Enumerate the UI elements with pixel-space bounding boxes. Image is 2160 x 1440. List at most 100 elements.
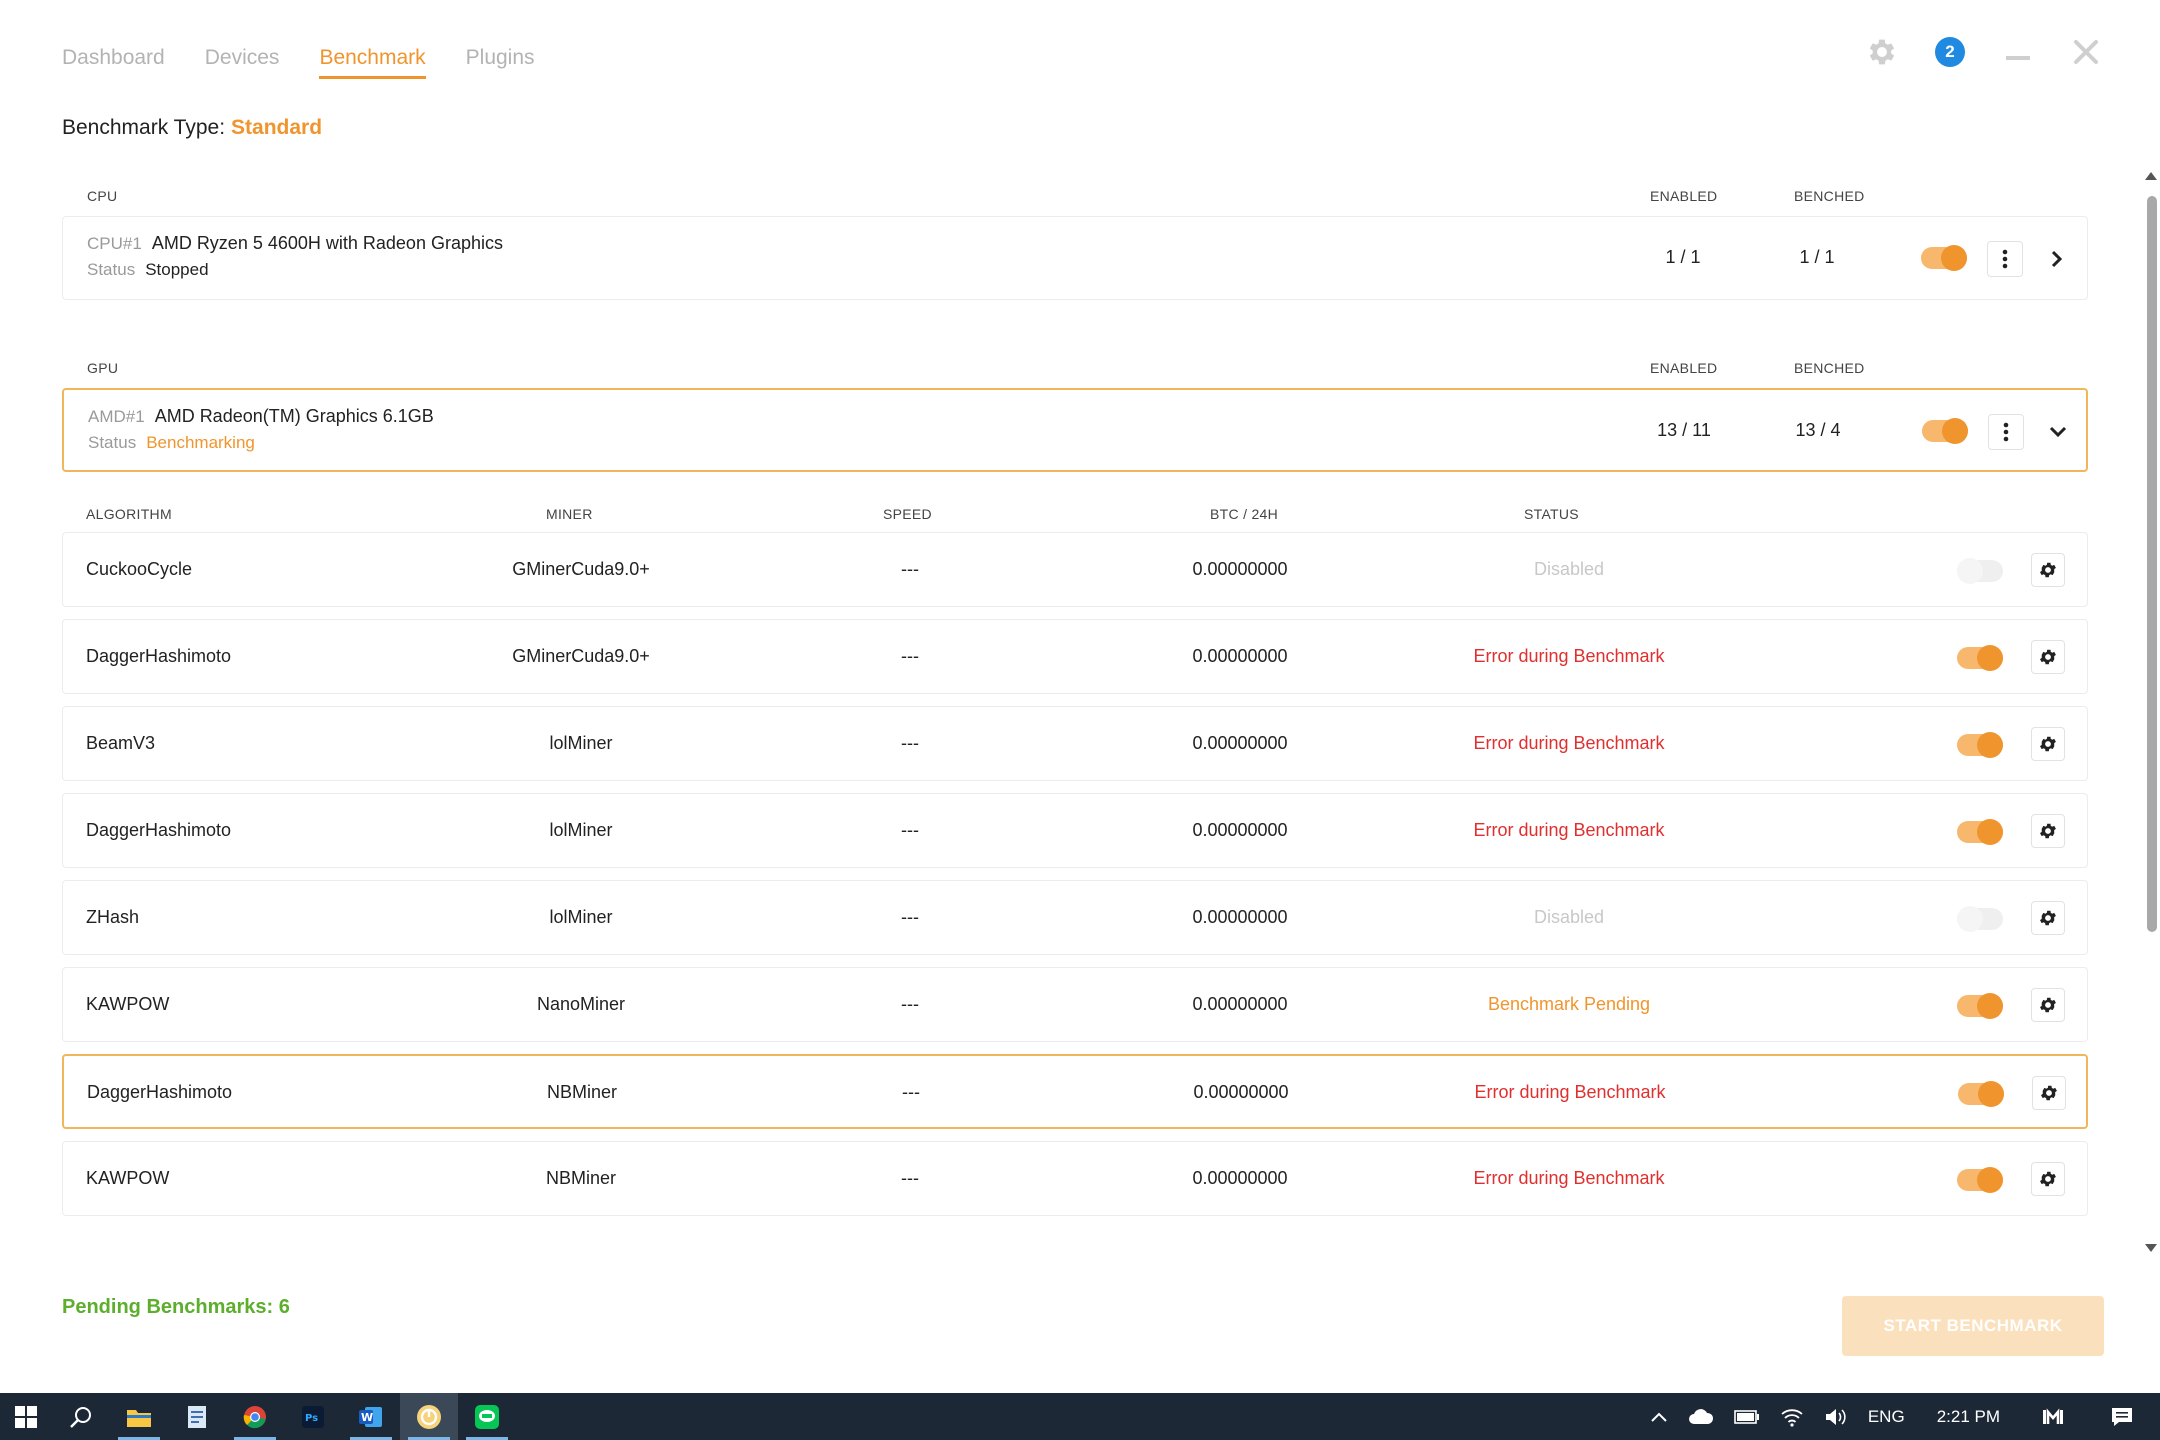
device-id: AMD#1 <box>88 407 145 426</box>
algorithm-row[interactable]: KAWPOW NBMiner --- 0.00000000 Error during B… <box>62 1141 2088 1216</box>
tray-onedrive[interactable] <box>1678 1393 1724 1440</box>
algorithm-list[interactable]: CuckooCycle GMinerCuda9.0+ --- 0.00000000 Di… <box>62 532 2088 1238</box>
benchmark-content: CPU ENABLED BENCHED CPU#1 AMD Ryzen 5 460… <box>62 180 2088 1238</box>
algorithm-enable-toggle[interactable] <box>1957 645 2003 671</box>
algorithm-settings-button[interactable] <box>2031 901 2065 935</box>
device-id: CPU#1 <box>87 234 142 253</box>
scroll-down-arrow[interactable] <box>2145 1244 2157 1252</box>
nicehash-app-icon <box>417 1404 441 1429</box>
tray-clock[interactable]: 2:21 PM <box>1915 1393 2022 1440</box>
algorithm-enable-toggle[interactable] <box>1957 819 2003 845</box>
device-benched-count: 1 / 1 <box>1799 247 1835 267</box>
algorithm-enable-toggle[interactable] <box>1957 558 2003 584</box>
start-button[interactable] <box>0 1393 52 1440</box>
device-enabled-count: 13 / 11 <box>1657 420 1711 440</box>
btc-value: 0.00000000 <box>1192 820 1288 840</box>
algorithm-status: Error during Benchmark <box>1473 820 1665 840</box>
algorithm-settings-button[interactable] <box>2031 640 2065 674</box>
miner-name: lolMiner <box>549 733 613 753</box>
cpu-expand-button[interactable] <box>2045 247 2069 271</box>
algorithm-row[interactable]: DaggerHashimoto lolMiner --- 0.00000000 Erro… <box>62 793 2088 868</box>
scrollbar-thumb[interactable] <box>2147 196 2157 932</box>
gpu-device-card[interactable]: AMD#1 AMD Radeon(TM) Graphics 6.1GB Statu… <box>62 388 2088 472</box>
algorithm-enable-toggle[interactable] <box>1957 906 2003 932</box>
algorithm-row[interactable]: ZHash lolMiner --- 0.00000000 Disabled <box>62 880 2088 955</box>
gear-icon <box>2040 1171 2056 1187</box>
taskbar-line[interactable] <box>458 1393 516 1440</box>
tab-dashboard[interactable]: Dashboard <box>62 46 165 79</box>
taskbar-nicehash[interactable] <box>400 1393 458 1440</box>
close-icon <box>2074 40 2098 64</box>
algorithm-row[interactable]: KAWPOW NanoMiner --- 0.00000000 Benchmark Pe… <box>62 967 2088 1042</box>
algorithm-row[interactable]: DaggerHashimoto GMinerCuda9.0+ --- 0.000000… <box>62 619 2088 694</box>
gpu-enable-toggle[interactable] <box>1922 418 1968 444</box>
gear-icon <box>2041 1085 2057 1101</box>
device-status-label: Status <box>87 260 136 279</box>
search-button[interactable] <box>52 1393 110 1440</box>
task-manager-icon <box>2043 1407 2063 1424</box>
document-app-icon <box>188 1405 206 1428</box>
algorithm-settings-button[interactable] <box>2031 727 2065 761</box>
tray-action-center[interactable] <box>2084 1393 2160 1440</box>
gpu-collapse-button[interactable] <box>2046 420 2070 444</box>
algorithm-enable-toggle[interactable] <box>1958 1081 2004 1107</box>
chevron-right-icon <box>2051 250 2063 268</box>
cpu-device-card[interactable]: CPU#1 AMD Ryzen 5 4600H with Radeon Graph… <box>62 216 2088 300</box>
taskbar-chrome[interactable] <box>226 1393 284 1440</box>
tab-benchmark[interactable]: Benchmark <box>319 46 426 79</box>
algorithm-settings-button[interactable] <box>2032 1076 2066 1110</box>
tray-battery[interactable] <box>1724 1393 1770 1440</box>
tray-language[interactable]: ENG <box>1858 1393 1915 1440</box>
taskbar-file-explorer[interactable] <box>110 1393 168 1440</box>
algorithm-settings-button[interactable] <box>2031 814 2065 848</box>
chrome-icon <box>243 1405 266 1428</box>
gear-icon <box>2040 997 2056 1013</box>
cpu-options-button[interactable] <box>1987 241 2023 277</box>
battery-icon <box>1734 1409 1759 1424</box>
search-icon <box>70 1406 91 1428</box>
miner-name: GMinerCuda9.0+ <box>512 646 650 666</box>
algorithm-settings-button[interactable] <box>2031 988 2065 1022</box>
line-app-icon <box>475 1404 499 1429</box>
btc-value: 0.00000000 <box>1192 907 1288 927</box>
algorithm-row[interactable]: BeamV3 lolMiner --- 0.00000000 Error during … <box>62 706 2088 781</box>
gear-icon <box>2040 823 2056 839</box>
algorithm-enable-toggle[interactable] <box>1957 1167 2003 1193</box>
close-button[interactable] <box>2068 34 2104 70</box>
tab-devices[interactable]: Devices <box>205 46 280 79</box>
btc-value: 0.00000000 <box>1192 559 1288 579</box>
benchmark-type-value[interactable]: Standard <box>231 116 322 139</box>
svg-text:W: W <box>361 1411 373 1424</box>
algorithm-enable-toggle[interactable] <box>1957 993 2003 1019</box>
tray-overflow-button[interactable] <box>1640 1393 1678 1440</box>
algorithm-enable-toggle[interactable] <box>1957 732 2003 758</box>
tray-volume[interactable] <box>1814 1393 1858 1440</box>
tray-wifi[interactable] <box>1770 1393 1814 1440</box>
taskbar-photoshop[interactable]: Ps <box>284 1393 342 1440</box>
miner-name: NanoMiner <box>536 994 626 1014</box>
algorithm-row[interactable]: DaggerHashimoto NBMiner --- 0.00000000 Error… <box>62 1054 2088 1129</box>
cpu-section-label: CPU <box>87 188 118 204</box>
algorithm-row[interactable]: CuckooCycle GMinerCuda9.0+ --- 0.00000000 Di… <box>62 532 2088 607</box>
speed-value: --- <box>901 1168 919 1188</box>
wifi-icon <box>1781 1408 1803 1427</box>
minimize-button[interactable] <box>2000 34 2036 70</box>
cpu-enable-toggle[interactable] <box>1921 245 1967 271</box>
algorithm-settings-button[interactable] <box>2031 1162 2065 1196</box>
algorithm-settings-button[interactable] <box>2031 553 2065 587</box>
settings-button[interactable] <box>1864 34 1900 70</box>
tray-app-indicator[interactable] <box>2022 1393 2084 1440</box>
tab-plugins[interactable]: Plugins <box>466 46 535 79</box>
gear-icon <box>2040 649 2056 665</box>
device-status: Stopped <box>145 260 209 279</box>
start-benchmark-button[interactable]: START BENCHMARK <box>1842 1296 2104 1356</box>
algorithm-status: Benchmark Pending <box>1487 994 1651 1014</box>
taskbar-word[interactable]: W <box>342 1393 400 1440</box>
taskbar-app-notepad[interactable] <box>168 1393 226 1440</box>
btc-value: 0.00000000 <box>1193 1082 1289 1102</box>
scroll-up-arrow[interactable] <box>2145 172 2157 180</box>
device-name: AMD Ryzen 5 4600H with Radeon Graphics <box>151 233 503 253</box>
miner-name: NBMiner <box>546 1082 618 1102</box>
notifications-button[interactable]: 2 <box>1932 34 1968 70</box>
gpu-options-button[interactable] <box>1988 414 2024 450</box>
